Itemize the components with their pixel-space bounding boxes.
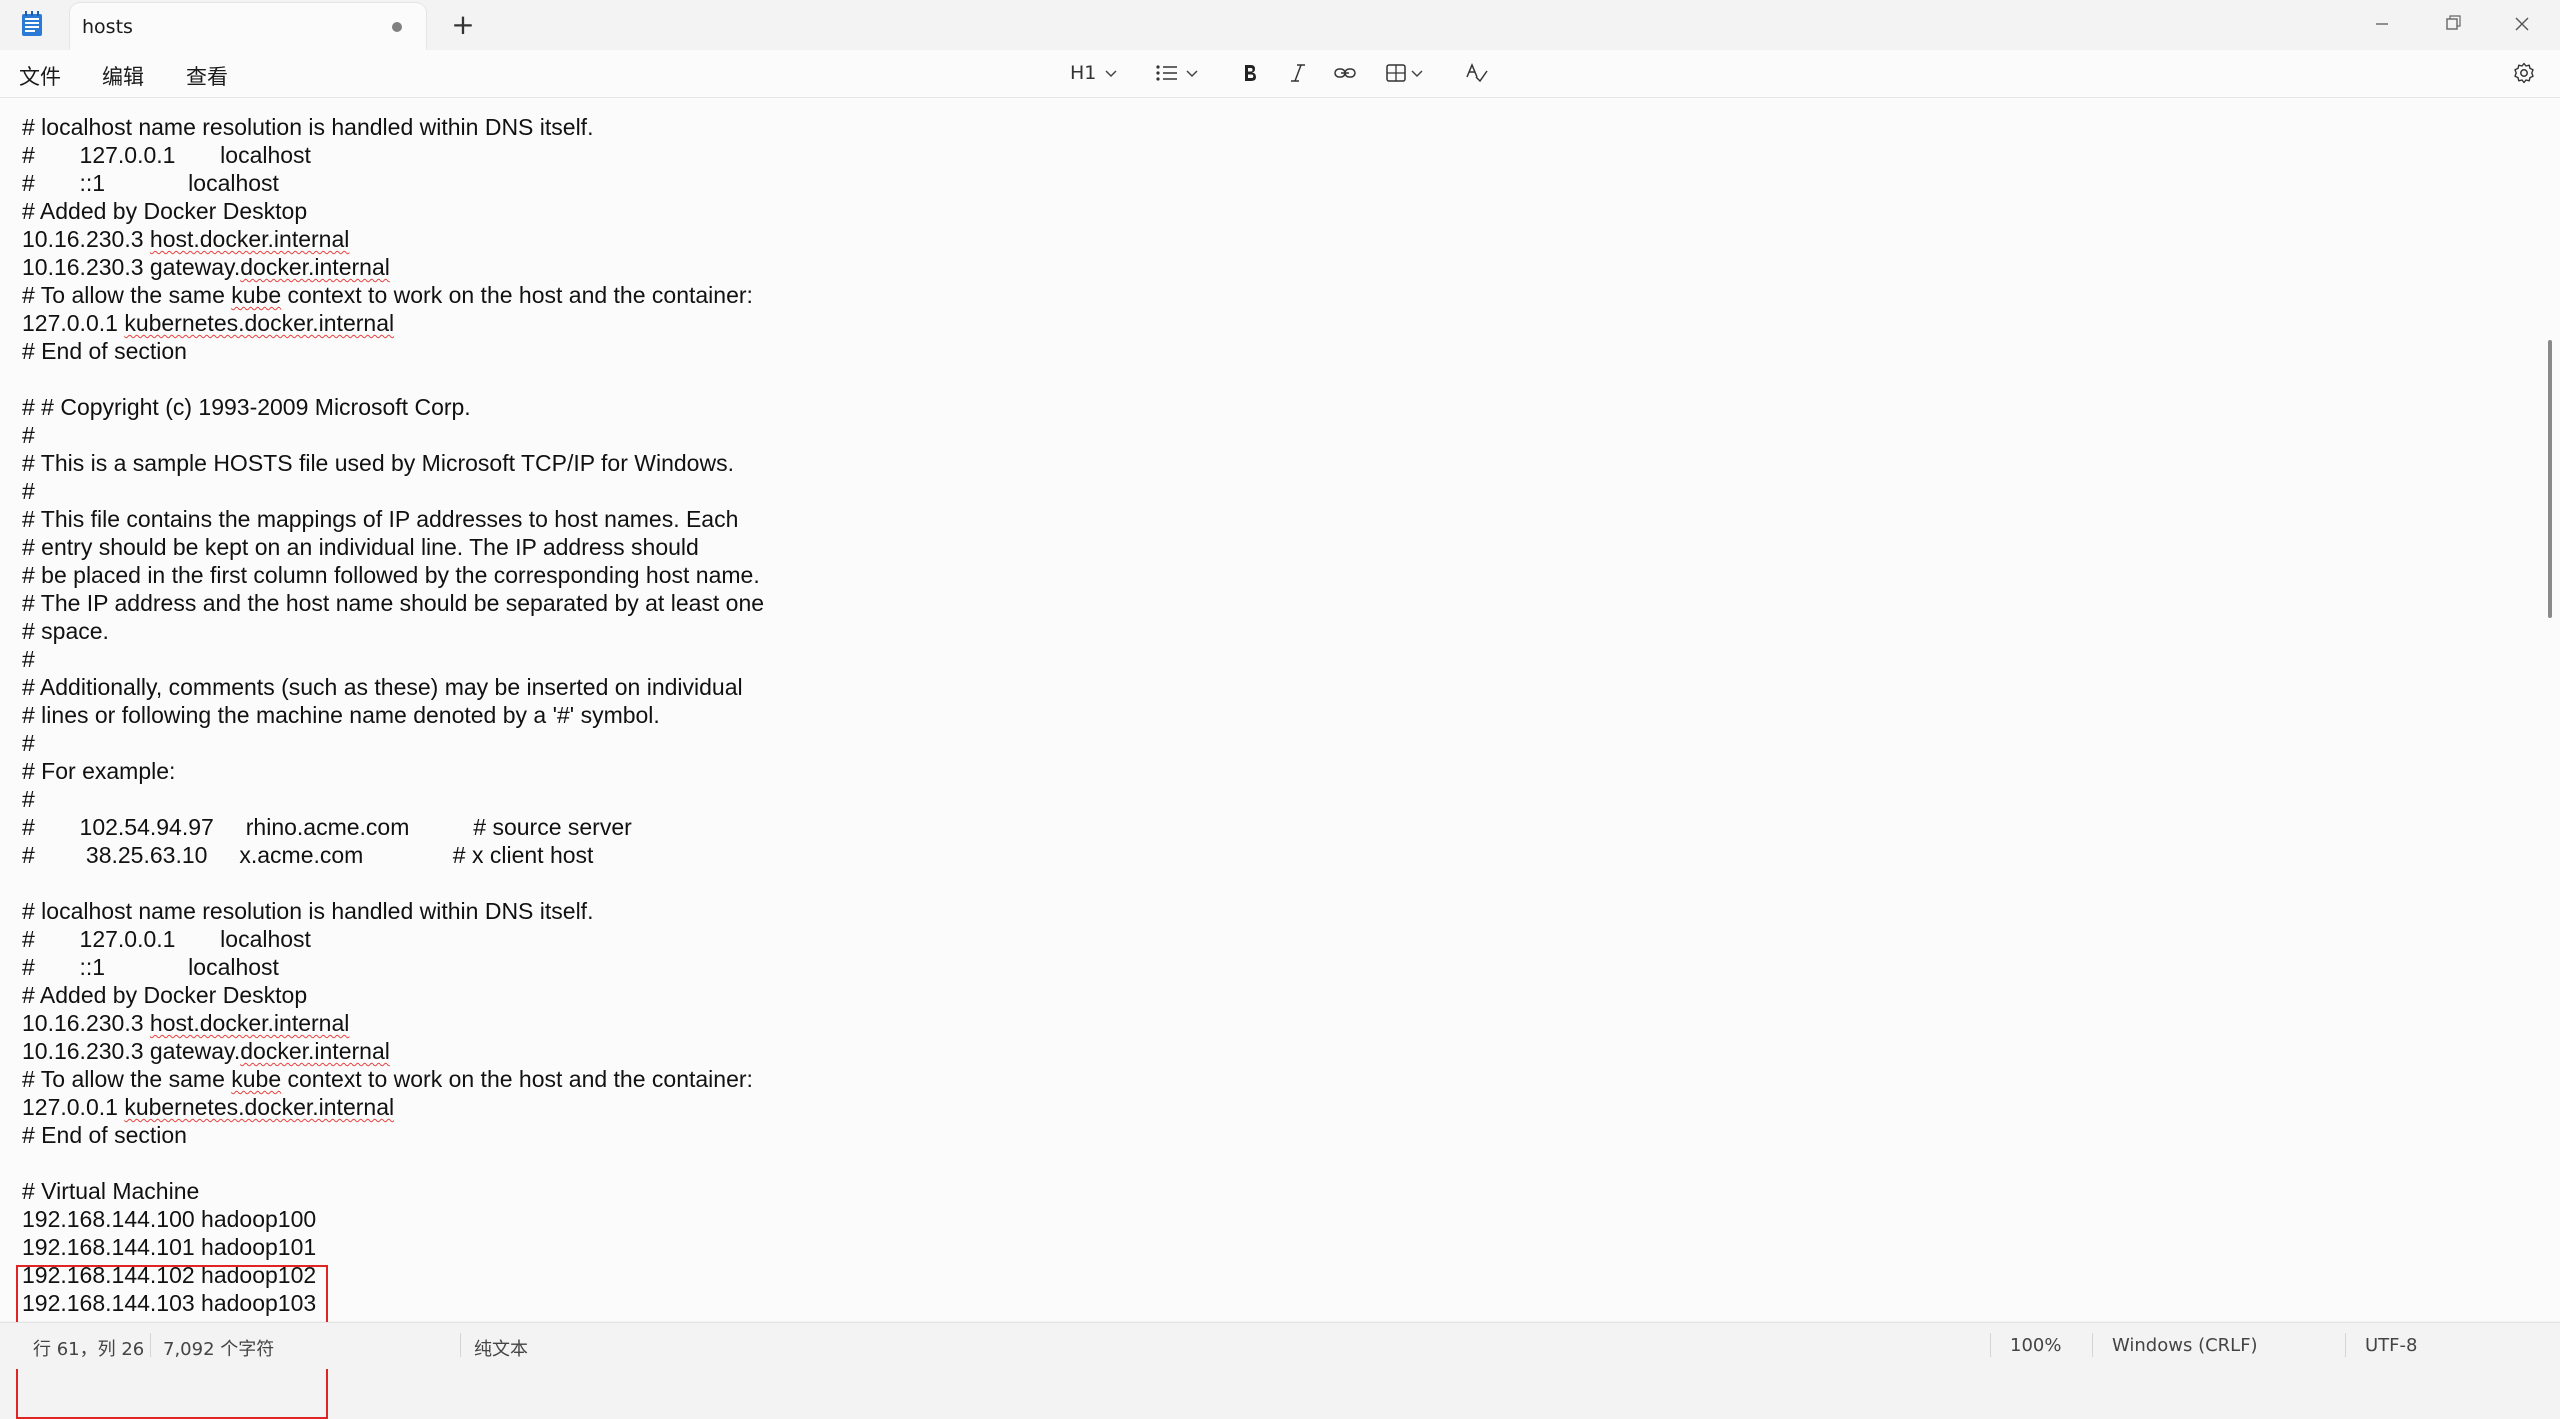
bold-icon <box>1245 65 1256 81</box>
spellcheck-icon <box>1466 63 1488 83</box>
editor-line: # End of section <box>22 338 187 364</box>
editor-line: # <box>22 786 35 812</box>
minimize-icon[interactable] <box>2362 8 2402 40</box>
spellcheck-button[interactable] <box>1465 58 1489 88</box>
notepad-app-icon <box>21 11 43 37</box>
settings-gear-icon[interactable] <box>2512 58 2536 88</box>
editor-line: 127.0.0.1 kubernetes.docker.internal <box>22 310 395 336</box>
spelling-flag[interactable]: host.docker.internal <box>150 1010 349 1036</box>
italic-button[interactable] <box>1288 58 1308 88</box>
editor-line: 127.0.0.1 kubernetes.docker.internal <box>22 1094 395 1120</box>
menu-view[interactable]: 查看 <box>186 61 228 91</box>
editor-line: # For example: <box>22 758 176 784</box>
vertical-scrollbar[interactable] <box>2548 340 2552 618</box>
editor-line: 10.16.230.3 host.docker.internal <box>22 1010 350 1036</box>
editor-line: # This is a sample HOSTS file used by Mi… <box>22 450 734 476</box>
editor-line: # lines or following the machine name de… <box>22 702 660 728</box>
editor-lines: # localhost name resolution is handled w… <box>22 113 764 1317</box>
editor-line: # Added by Docker Desktop <box>22 982 308 1008</box>
editor-line: # localhost name resolution is handled w… <box>22 114 594 140</box>
unsaved-dot-icon[interactable] <box>392 22 402 32</box>
heading-label: H1 <box>1070 62 1097 84</box>
editor-line: # ::1 localhost <box>22 954 279 980</box>
list-dropdown[interactable] <box>1155 58 1199 88</box>
file-format[interactable]: 纯文本 <box>474 1335 528 1361</box>
editor-line: 10.16.230.3 host.docker.internal <box>22 226 350 252</box>
table-dropdown[interactable] <box>1385 58 1425 88</box>
editor-line: # <box>22 646 35 672</box>
status-bar: 行 61，列 26 7,092 个字符 纯文本 100% Windows (CR… <box>0 1322 2560 1369</box>
status-divider <box>460 1333 461 1357</box>
editor-line: # <box>22 422 35 448</box>
heading-dropdown[interactable]: H1 <box>1070 58 1118 88</box>
editor-line: # End of section <box>22 1122 187 1148</box>
tab-title: hosts <box>82 16 133 38</box>
italic-icon <box>1291 64 1305 82</box>
spelling-flag[interactable]: kube <box>231 1066 281 1092</box>
spelling-flag[interactable]: kubernetes.docker.internal <box>124 1094 394 1120</box>
menu-bar: 文件 编辑 查看 H1 <box>0 50 2560 98</box>
bold-button[interactable] <box>1240 58 1260 88</box>
editor-line: # be placed in the first column followed… <box>22 562 760 588</box>
character-count: 7,092 个字符 <box>163 1339 275 1360</box>
cursor-position[interactable]: 行 61，列 26 <box>33 1335 144 1361</box>
editor-line: # Virtual Machine <box>22 1178 200 1204</box>
editor-line: 10.16.230.3 gateway.docker.internal <box>22 254 390 280</box>
status-divider <box>150 1333 151 1357</box>
editor-line: # <box>22 730 35 756</box>
editor-line: # ::1 localhost <box>22 170 279 196</box>
spelling-flag[interactable]: docker.internal <box>240 254 390 280</box>
editor-line: # Added by Docker Desktop <box>22 198 308 224</box>
table-icon <box>1386 64 1406 82</box>
editor-line: # <box>22 478 35 504</box>
title-bar: hosts + <box>0 0 2560 50</box>
editor-line: # 127.0.0.1 localhost <box>22 142 311 168</box>
link-icon <box>1334 68 1356 78</box>
encoding[interactable]: UTF-8 <box>2365 1335 2417 1356</box>
spelling-flag[interactable]: docker.internal <box>240 1038 390 1064</box>
editor-line: # 127.0.0.1 localhost <box>22 926 311 952</box>
line-ending[interactable]: Windows (CRLF) <box>2112 1335 2258 1356</box>
close-icon[interactable] <box>2502 8 2542 40</box>
menu-edit[interactable]: 编辑 <box>102 61 144 91</box>
editor-line: # This file contains the mappings of IP … <box>22 506 739 532</box>
editor-line: 10.16.230.3 gateway.docker.internal <box>22 1038 390 1064</box>
spelling-flag[interactable]: host.docker.internal <box>150 226 349 252</box>
editor-line: # entry should be kept on an individual … <box>22 534 699 560</box>
chevron-down-icon <box>1411 70 1423 78</box>
editor-line: # space. <box>22 618 109 644</box>
text-editor[interactable]: # localhost name resolution is handled w… <box>0 98 2560 1419</box>
restore-icon[interactable] <box>2432 8 2472 40</box>
editor-line: # To allow the same kube context to work… <box>22 1066 753 1092</box>
editor-line: 192.168.144.100 hadoop100 <box>22 1206 317 1232</box>
zoom-level[interactable]: 100% <box>2010 1335 2061 1356</box>
editor-line: # # Copyright (c) 1993-2009 Microsoft Co… <box>22 394 471 420</box>
status-divider <box>2345 1333 2346 1357</box>
spelling-flag[interactable]: kubernetes.docker.internal <box>124 310 394 336</box>
editor-line: # To allow the same kube context to work… <box>22 282 753 308</box>
spelling-flag[interactable]: kube <box>231 282 281 308</box>
new-tab-plus-icon[interactable]: + <box>448 10 478 40</box>
chevron-down-icon <box>1105 70 1117 78</box>
status-divider <box>1990 1333 1991 1357</box>
bullet-list-icon <box>1156 65 1177 81</box>
editor-line: # The IP address and the host name shoul… <box>22 590 765 616</box>
editor-line: # Additionally, comments (such as these)… <box>22 674 743 700</box>
menu-file[interactable]: 文件 <box>19 61 61 91</box>
link-button[interactable] <box>1333 58 1357 88</box>
tab-hosts[interactable]: hosts <box>70 3 426 50</box>
chevron-down-icon <box>1186 70 1198 78</box>
editor-line: # 102.54.94.97 rhino.acme.com # source s… <box>22 814 632 840</box>
editor-line: # localhost name resolution is handled w… <box>22 898 594 924</box>
editor-line: 192.168.144.101 hadoop101 <box>22 1234 317 1260</box>
status-divider <box>2092 1333 2093 1357</box>
editor-line: # 38.25.63.10 x.acme.com # x client host <box>22 842 594 868</box>
